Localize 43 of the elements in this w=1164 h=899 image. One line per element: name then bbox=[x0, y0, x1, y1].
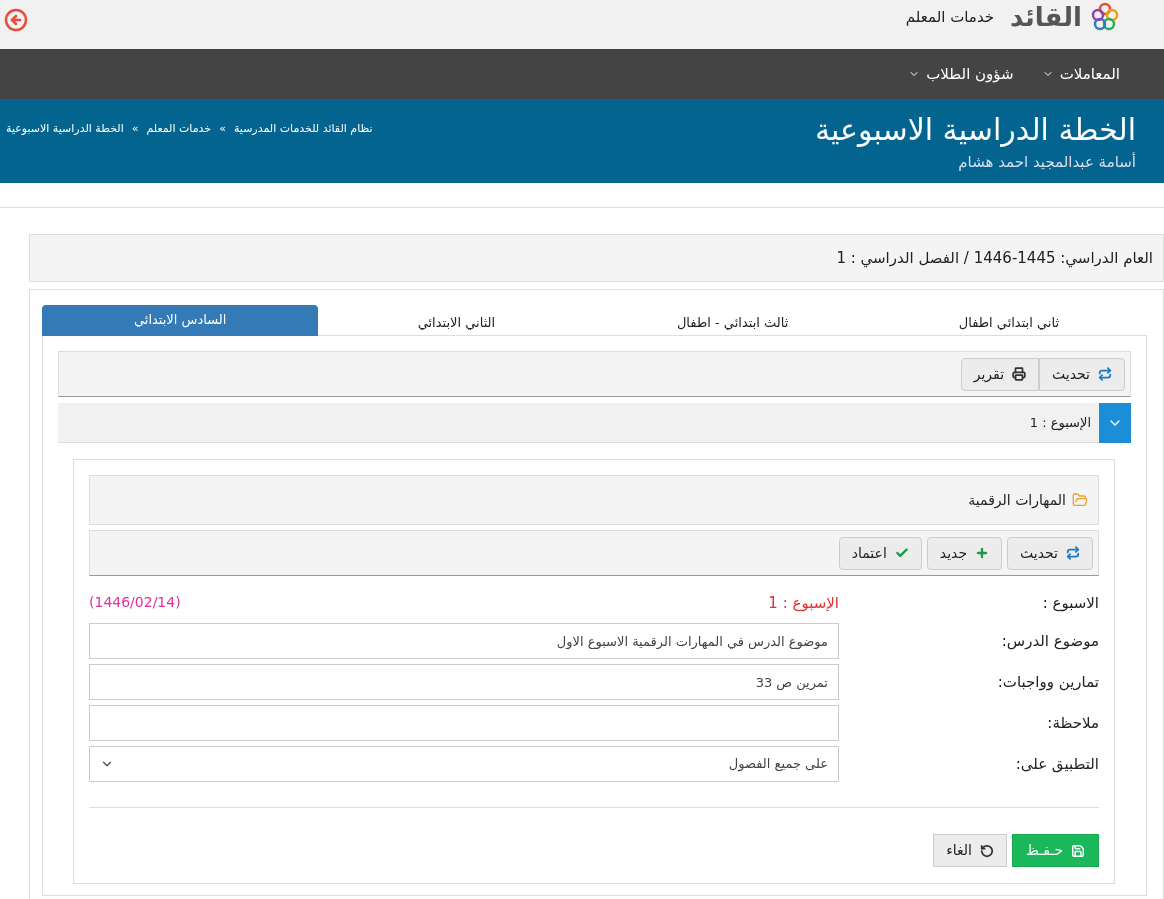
page-title: الخطة الدراسية الاسبوعية bbox=[814, 111, 1136, 149]
print-icon bbox=[1012, 367, 1027, 381]
nav-menu[interactable]: شؤون الطلاب bbox=[908, 62, 1014, 86]
plus-icon bbox=[975, 546, 990, 560]
field-label: التطبيق على: bbox=[1014, 753, 1099, 775]
text-field[interactable]: موضوع الدرس في المهارات الرقمية الاسبوع الاول bbox=[89, 623, 839, 659]
nav-menu[interactable]: المعاملات bbox=[1041, 62, 1120, 86]
cancel-button[interactable]: الغاء bbox=[933, 834, 1007, 867]
refresh-button[interactable]: تحديث bbox=[1039, 357, 1125, 391]
text-field[interactable] bbox=[89, 705, 839, 741]
breadcrumb-separator: » bbox=[131, 121, 139, 137]
breadcrumb-link[interactable]: الخطة الدراسية الاسبوعية bbox=[6, 121, 124, 138]
section-title: المهارات الرقمية bbox=[968, 490, 1066, 511]
approve-button[interactable]: اعتماد bbox=[838, 536, 922, 570]
text-field[interactable]: تمرين ص 33 bbox=[89, 664, 839, 700]
breadcrumb-separator: » bbox=[219, 121, 226, 137]
refresh-icon bbox=[1066, 546, 1080, 560]
week-date: (1446/02/14) bbox=[89, 592, 181, 612]
logo-text: القائد bbox=[1010, 4, 1082, 30]
select-field[interactable]: على جميع الفصول bbox=[89, 746, 839, 782]
logo-icon bbox=[1090, 2, 1120, 32]
refresh-button[interactable]: تحديث bbox=[1007, 536, 1093, 570]
field-label: الاسبوع : bbox=[1041, 592, 1099, 614]
check-icon bbox=[894, 546, 909, 560]
breadcrumb-link[interactable]: خدمات المعلم bbox=[146, 121, 212, 138]
field-label: ملاحظة: bbox=[1046, 712, 1099, 734]
academic-year-bar: العام الدراسي: 1445-1446 / الفصل الدراسي : 1 bbox=[29, 234, 1164, 282]
back-icon[interactable] bbox=[4, 8, 28, 32]
week-label: الإسبوع : 1 bbox=[1029, 413, 1091, 433]
new-button[interactable]: جديد bbox=[926, 536, 1003, 570]
undo-icon bbox=[980, 843, 994, 858]
field-label: تمارين وواجبات: bbox=[996, 671, 1099, 693]
field-label: موضوع الدرس: bbox=[1000, 630, 1099, 652]
header-subtitle: خدمات المعلم bbox=[905, 9, 995, 25]
user-name: أسامة عبدالمجيد احمد هشام bbox=[957, 151, 1136, 173]
week-value: الإسبوع : 1 bbox=[768, 592, 839, 614]
grade-tab[interactable]: السادس الابتدائي bbox=[42, 305, 319, 336]
expand-toggle[interactable] bbox=[1099, 402, 1131, 443]
breadcrumb-link[interactable]: نظام القائد للخدمات المدرسية bbox=[233, 121, 373, 138]
print-button[interactable]: تقرير bbox=[960, 357, 1040, 391]
refresh-icon bbox=[1098, 367, 1112, 381]
save-icon bbox=[1071, 843, 1086, 858]
folder-icon bbox=[1072, 492, 1088, 508]
